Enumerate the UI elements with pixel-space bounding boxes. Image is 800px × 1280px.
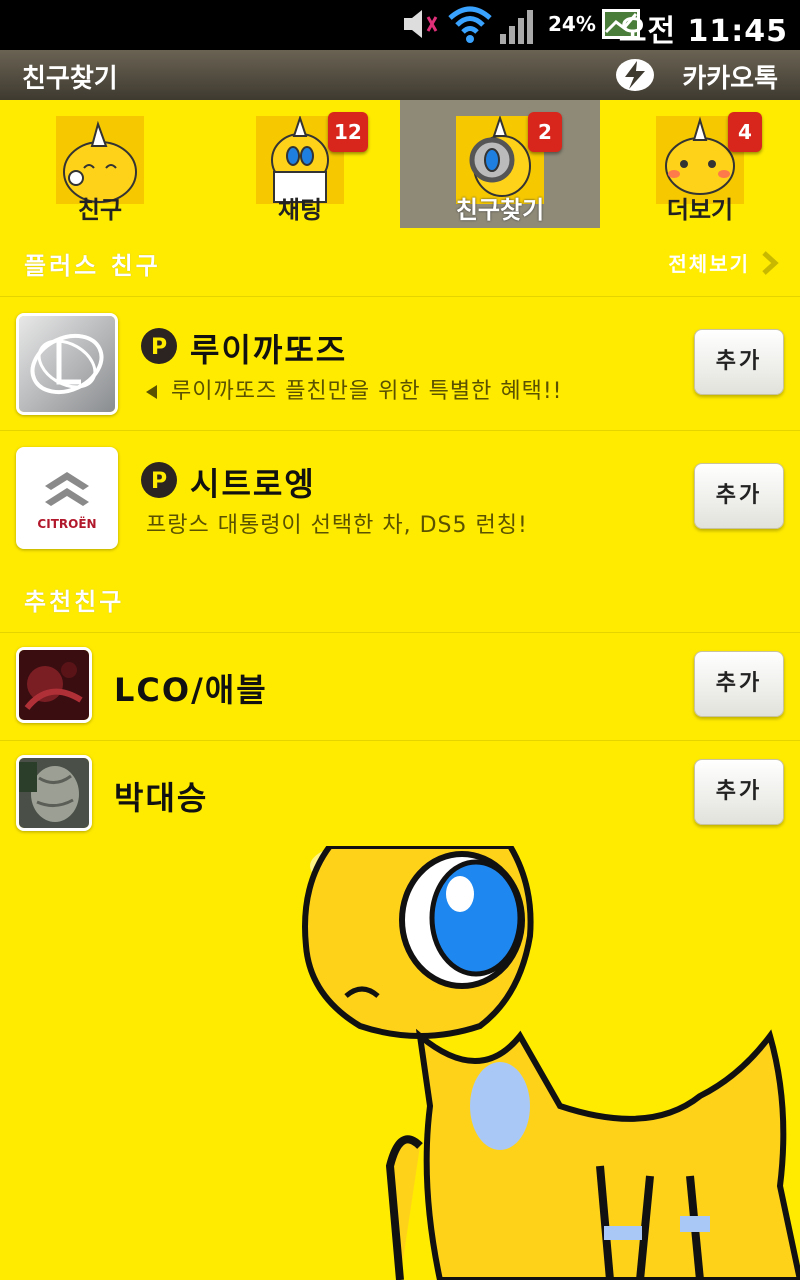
plus-friend-icon: P — [141, 328, 177, 364]
list-item[interactable]: LCO/애블 추가 — [0, 632, 800, 740]
desc-text: 루이까또즈 플친만을 위한 특별한 혜택!! — [171, 379, 563, 404]
svg-text:P: P — [151, 335, 167, 360]
mute-icon — [402, 6, 440, 46]
kakao-bolt-icon — [615, 58, 655, 96]
view-all-link[interactable]: 전체보기 — [668, 248, 750, 277]
list-item[interactable]: P 루이까또즈 루이까또즈 플친만을 위한 특별한 혜택!! 추가 — [0, 296, 800, 430]
citroen-logo: CITROËN — [16, 447, 118, 549]
citroen-wordmark: CITROËN — [37, 516, 96, 531]
brand-name: 카카오톡 — [682, 64, 778, 94]
chat-unread-badge: 12 — [328, 112, 368, 152]
plus-friend-desc: 프랑스 대통령이 선택한 차, DS5 런칭! — [146, 513, 528, 538]
tab-label: 친구찾기 — [455, 196, 545, 224]
tab-label: 더보기 — [666, 196, 734, 224]
add-button[interactable]: 추가 — [694, 329, 784, 395]
add-button[interactable]: 추가 — [694, 463, 784, 529]
plus-friends-header: 플러스 친구 전체보기 — [0, 228, 800, 296]
signal-icon — [498, 6, 538, 48]
section-title: 플러스 친구 — [24, 252, 161, 280]
tab-friends[interactable]: 친구 — [0, 100, 200, 228]
tab-chat[interactable]: 12 채팅 — [200, 100, 400, 228]
chevron-right-icon[interactable] — [760, 250, 780, 280]
add-button[interactable]: 추가 — [694, 651, 784, 717]
plus-friend-desc: 루이까또즈 플친만을 위한 특별한 혜택!! — [146, 373, 562, 405]
tab-label: 친구 — [77, 196, 123, 224]
friend-avatar — [16, 647, 92, 723]
more-badge: 4 — [728, 112, 762, 152]
friend-avatar — [16, 755, 92, 831]
clock: 오전 11:45 — [618, 14, 788, 49]
friend-name: 박대승 — [114, 779, 209, 817]
status-bar: 24% 오전 11:45 — [0, 0, 800, 50]
tab-find-friends[interactable]: 2 친구찾기 — [400, 100, 600, 228]
plus-friend-icon: P — [141, 462, 177, 498]
svg-text:P: P — [151, 469, 167, 494]
plus-friend-name: 시트로엥 — [190, 465, 316, 503]
list-item[interactable]: CITROËN P 시트로엥 프랑스 대통령이 선택한 차, DS5 런칭! 추… — [0, 430, 800, 564]
friend-name: LCO/애블 — [114, 671, 268, 709]
tab-label: 채팅 — [277, 196, 323, 224]
find-friends-badge: 2 — [528, 112, 562, 152]
louis-quatorze-logo — [16, 313, 118, 415]
play-icon — [146, 385, 157, 399]
wifi-icon — [448, 6, 492, 48]
add-button[interactable]: 추가 — [694, 759, 784, 825]
battery-level: 24% — [548, 12, 596, 36]
page-title: 친구찾기 — [22, 64, 118, 94]
tab-bar: 친구 12 채팅 2 친구찾기 4 더보기 — [0, 100, 800, 228]
mascot-background-illustration — [0, 846, 800, 1280]
recommended-friends-header: 추천친구 — [0, 564, 800, 632]
plus-friend-name: 루이까또즈 — [190, 331, 348, 369]
title-bar: 친구찾기 카카오톡 — [0, 50, 800, 100]
tab-more[interactable]: 4 더보기 — [600, 100, 800, 228]
list-item[interactable]: 박대승 추가 — [0, 740, 800, 846]
section-title: 추천친구 — [24, 588, 125, 616]
